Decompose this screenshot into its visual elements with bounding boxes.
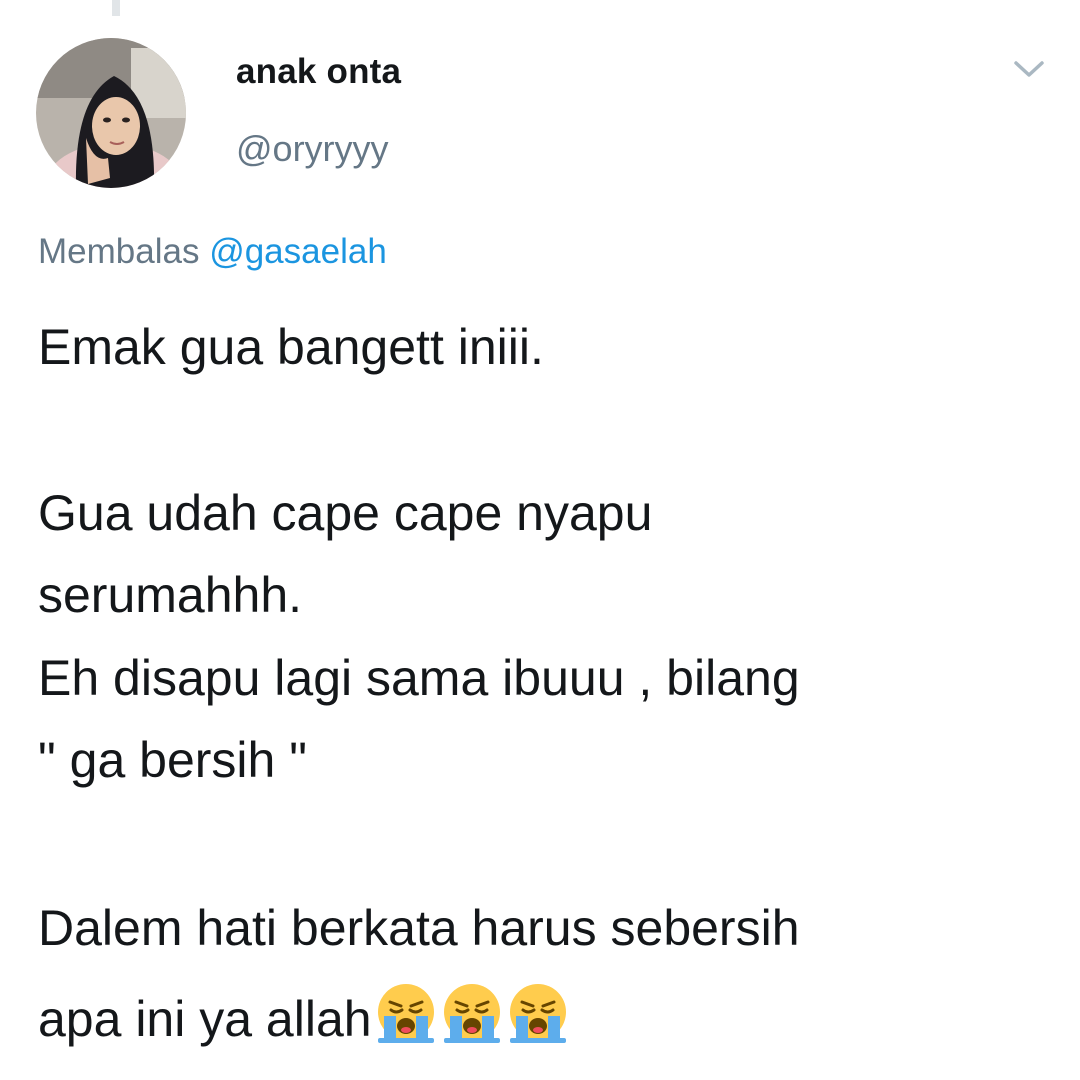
loudly-crying-face-emoji xyxy=(374,980,438,1044)
tweet-last-line: apa ini ya allah xyxy=(38,980,570,1047)
author-display-name[interactable]: anak onta xyxy=(236,52,401,92)
tweet-line: Emak gua bangett iniii. xyxy=(38,319,544,375)
avatar[interactable] xyxy=(36,38,186,188)
loudly-crying-face-emoji xyxy=(506,980,570,1044)
tweet-line: Gua udah cape cape nyapu xyxy=(38,485,653,541)
reply-mention-link[interactable]: @gasaelah xyxy=(209,232,387,271)
scroll-indicator xyxy=(112,0,120,16)
tweet-line: serumahhh. xyxy=(38,567,303,623)
tweet-line: apa ini ya allah xyxy=(38,991,372,1047)
reply-context: Membalas @gasaelah xyxy=(38,232,387,272)
reply-prefix: Membalas xyxy=(38,232,200,271)
chevron-down-icon[interactable] xyxy=(1010,54,1048,84)
author-handle[interactable]: @oryryyy xyxy=(236,128,389,170)
tweet-line: Eh disapu lagi sama ibuuu , bilang xyxy=(38,650,800,706)
tweet-line: Dalem hati berkata harus sebersih xyxy=(38,900,800,956)
tweet-line: " ga bersih " xyxy=(38,732,307,788)
loudly-crying-face-emoji xyxy=(440,980,504,1044)
